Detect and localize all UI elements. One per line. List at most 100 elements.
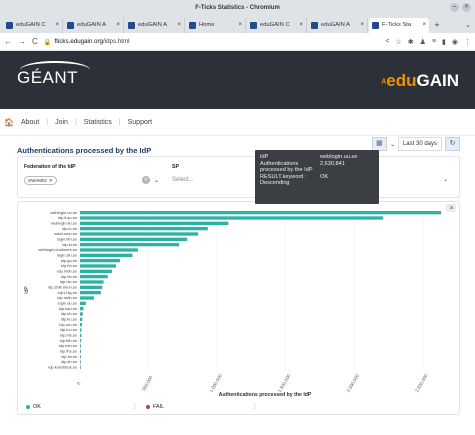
- refresh-button[interactable]: ↻: [445, 137, 460, 151]
- playlist-icon[interactable]: ≡: [432, 38, 436, 46]
- tab-close-icon[interactable]: ×: [360, 18, 364, 33]
- tab-close-icon[interactable]: ×: [177, 18, 181, 33]
- browser-tab[interactable]: eduGAIN C ×: [3, 18, 63, 33]
- bar-ok: [80, 285, 102, 289]
- tab-bar: eduGAIN C × eduGAIN A × eduGAIN A × Home × eduGA…: [0, 16, 475, 33]
- calendar-icon[interactable]: ▦: [371, 137, 387, 151]
- legend-item[interactable]: FAIL ⋮: [146, 403, 258, 410]
- menu-divider: |: [46, 118, 49, 126]
- time-range-picker[interactable]: Last 30 days: [397, 137, 442, 151]
- bar-ok: [80, 227, 208, 231]
- idp-filter-label: Federation of the IdP: [24, 164, 76, 170]
- bar-ok: [80, 344, 81, 348]
- chip-close-icon[interactable]: ✕: [49, 177, 53, 184]
- favicon-icon: [311, 22, 318, 29]
- bar-ok: [80, 232, 198, 236]
- tooltip-value: weblogin.uu.se: [320, 154, 358, 160]
- legend-item[interactable]: OK ⋮: [26, 403, 138, 410]
- favicon-icon: [6, 22, 13, 29]
- y-tick-label: idp.his.se: [60, 333, 78, 338]
- bar-ok: [80, 317, 82, 321]
- favicon-icon: [372, 22, 379, 29]
- menu-dots-icon[interactable]: ⋮: [464, 38, 471, 46]
- tab-close-icon[interactable]: ×: [116, 18, 120, 33]
- y-tick-label: idp.lnu.se: [60, 327, 78, 332]
- menu-divider: |: [118, 118, 121, 126]
- menu-item-statistics[interactable]: Statistics: [84, 119, 112, 126]
- tab-search-icon[interactable]: ⌄: [461, 18, 475, 33]
- person-icon[interactable]: ♟: [420, 38, 426, 46]
- bar-ok: [80, 296, 94, 300]
- browser-tab[interactable]: F-Ticks Sta ×: [369, 18, 429, 33]
- url-field[interactable]: 🔒 fticks.edugain.org/idps.html: [44, 38, 380, 46]
- tab-label: F-Ticks Sta: [382, 22, 412, 28]
- share-icon[interactable]: <: [385, 38, 389, 46]
- geant-logo[interactable]: GÉANT: [17, 68, 78, 88]
- legend-menu-icon[interactable]: ⋮: [252, 403, 258, 410]
- chart-legend: OK ⋮ FAIL ⋮: [26, 403, 456, 410]
- close-window-button[interactable]: ✕: [462, 3, 471, 12]
- bookmark-star-icon[interactable]: ☆: [396, 38, 402, 46]
- time-controls: ▦ ⌄ Last 30 days ↻: [371, 137, 460, 151]
- x-axis-title: Authentications processed by the IdP: [219, 392, 312, 398]
- browser-tab[interactable]: eduGAIN A ×: [64, 18, 124, 33]
- y-tick-label: idp.gu.se: [61, 258, 78, 263]
- y-tick-label: idp.bth.se: [60, 338, 78, 343]
- y-tick-label: idp.lu.se: [62, 226, 78, 231]
- tab-close-icon[interactable]: ×: [422, 18, 426, 33]
- filter-panel: Federation of the IdP SWAMID ✕ ✕ ⌄ SP Se…: [17, 156, 460, 198]
- y-tick-label: idp.mdh.se: [57, 269, 77, 274]
- extension-icon[interactable]: ✱: [408, 38, 414, 46]
- chevron-down-icon[interactable]: ⌄: [154, 177, 159, 184]
- address-bar: ← → C 🔒 fticks.edugain.org/idps.html < ☆…: [0, 33, 475, 51]
- clear-icon[interactable]: ✕: [141, 176, 150, 184]
- browser-tab[interactable]: eduGAIN C ×: [247, 18, 307, 33]
- tooltip-value: 2,630,841: [320, 161, 345, 167]
- filter-chip[interactable]: SWAMID ✕: [24, 176, 57, 185]
- bar-ok: [80, 328, 82, 332]
- forward-icon[interactable]: →: [18, 37, 26, 46]
- home-icon[interactable]: 🏠: [4, 118, 14, 127]
- legend-label: FAIL: [153, 403, 165, 410]
- edugain-logo[interactable]: ᴬeduGAIN: [381, 71, 459, 91]
- main-menu: 🏠 About | Join | Statistics | Support: [0, 109, 475, 136]
- browser-tab[interactable]: eduGAIN A ×: [308, 18, 368, 33]
- x-tick-label: 1,000,000: [209, 373, 224, 393]
- y-tick-label: login.du.se: [58, 301, 78, 306]
- idp-filter-select[interactable]: SWAMID ✕ ✕ ⌄: [24, 173, 159, 188]
- edugain-logo-prefix: edu: [386, 71, 417, 90]
- y-axis-title: IdP: [24, 286, 30, 294]
- browser-tab[interactable]: eduGAIN A ×: [125, 18, 185, 33]
- bar-ok: [80, 301, 86, 305]
- y-tick-label: weblogin.chalmers.se: [39, 247, 78, 252]
- profile-icon[interactable]: ◉: [452, 38, 458, 46]
- y-tick-label: weblogin.liu.se: [51, 221, 78, 226]
- tab-close-icon[interactable]: ×: [238, 18, 242, 33]
- tab-close-icon[interactable]: ×: [299, 18, 303, 33]
- sp-filter-placeholder: Select...: [172, 177, 194, 183]
- tab-close-icon[interactable]: ×: [55, 18, 59, 33]
- bar-ok: [80, 216, 383, 220]
- chevron-down-icon[interactable]: ⌄: [443, 173, 448, 188]
- y-tick-label: idp.ki.se: [62, 242, 77, 247]
- menu-item-join[interactable]: Join: [55, 119, 68, 126]
- back-icon[interactable]: ←: [4, 37, 12, 46]
- bar-ok: [80, 333, 82, 337]
- menu-item-about[interactable]: About: [21, 119, 39, 126]
- tooltip-row: Authentications processed by the IdP 2,63…: [260, 161, 374, 173]
- tooltip-key: Authentications processed by the IdP: [260, 161, 313, 173]
- chevron-down-icon[interactable]: ⌄: [390, 141, 395, 148]
- legend-menu-icon[interactable]: ⋮: [132, 403, 138, 410]
- minimize-button[interactable]: –: [450, 3, 459, 12]
- bar-ok: [80, 339, 81, 343]
- new-tab-button[interactable]: +: [430, 18, 444, 33]
- sidepanel-icon[interactable]: ▮: [442, 38, 446, 46]
- browser-tab[interactable]: Home ×: [186, 18, 246, 33]
- reload-icon[interactable]: C: [32, 37, 38, 46]
- y-tick-label: idp1.hig.se: [58, 290, 78, 295]
- site-header: GÉANT ᴬeduGAIN: [0, 51, 475, 109]
- url-path: /idps.html: [103, 38, 130, 45]
- menu-item-support[interactable]: Support: [128, 119, 153, 126]
- chart-tooltip: IdP weblogin.uu.se Authentications process…: [255, 150, 379, 204]
- y-tick-label: idp.mah.se: [57, 295, 77, 300]
